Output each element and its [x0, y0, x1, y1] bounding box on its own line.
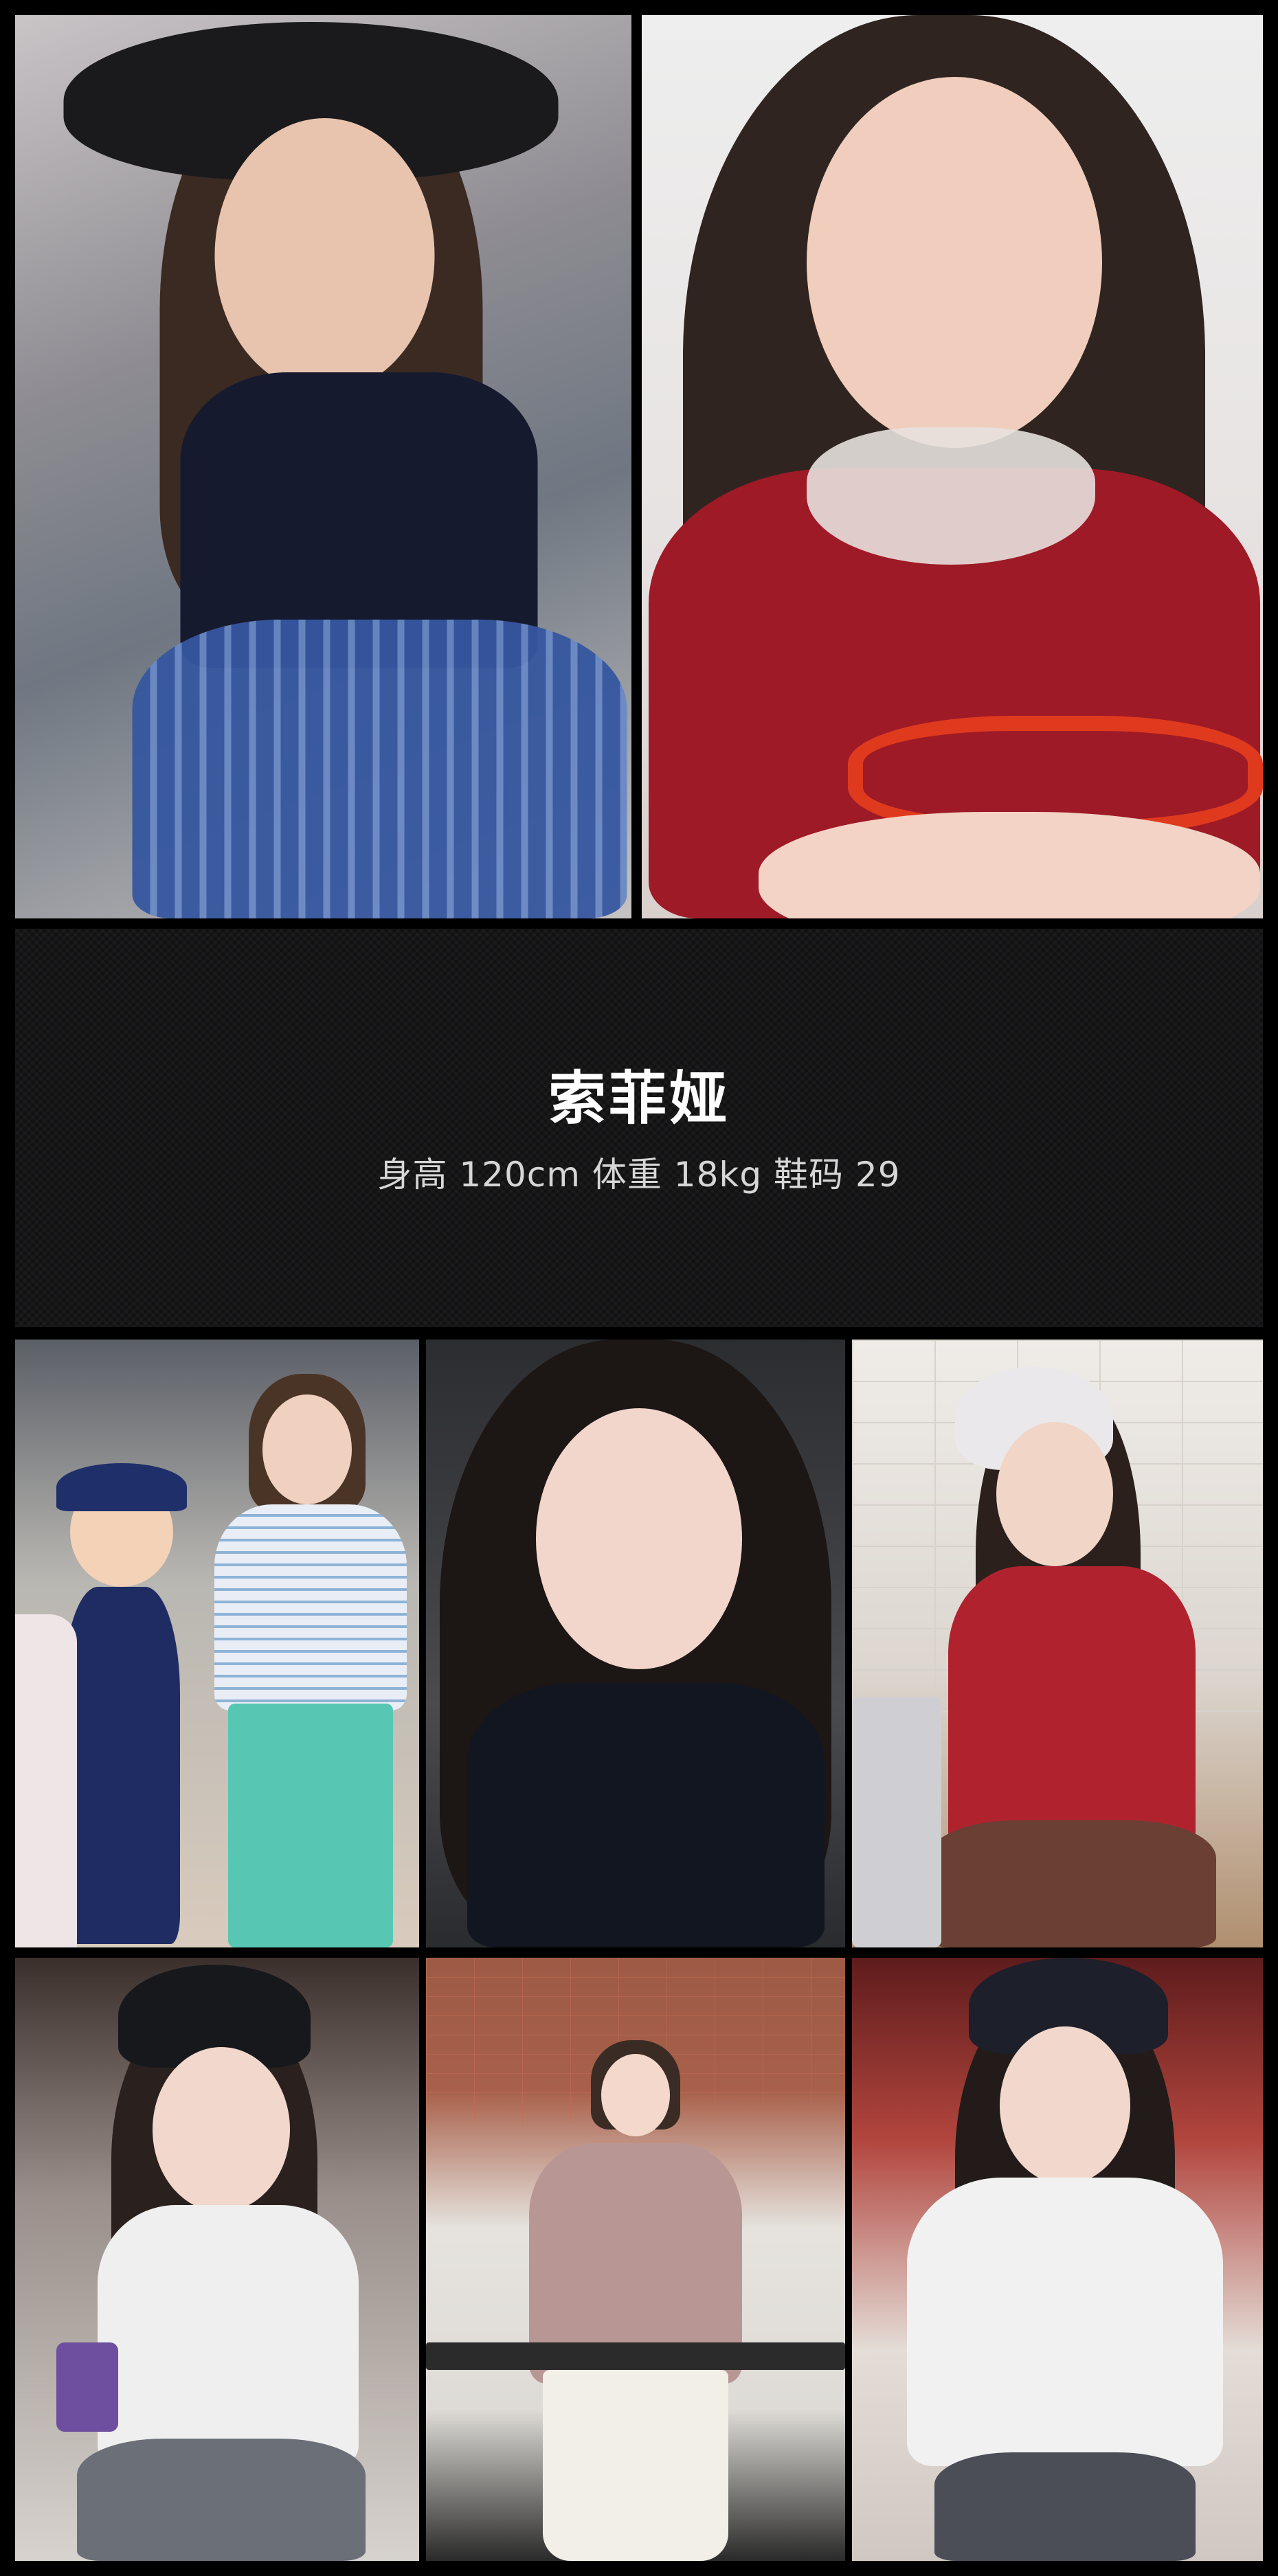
left-edge-figure [15, 1614, 77, 1947]
portrait-figure [15, 15, 631, 918]
skirt-shape [934, 2452, 1196, 2561]
photo-top-left [15, 15, 631, 918]
vest-shape [948, 1566, 1196, 1855]
model-name: 索菲娅 [548, 1065, 730, 1132]
girl-figure [214, 1374, 407, 1947]
photo-bottom-center [426, 1958, 845, 2561]
skirt-shape [132, 620, 627, 918]
skirt-shape [77, 2439, 366, 2561]
photo-middle-left [15, 1340, 419, 1947]
portrait-figure [426, 1958, 845, 2561]
face-shape [536, 1408, 742, 1669]
knees-shape [759, 812, 1260, 918]
photo-bottom-left [15, 1958, 419, 2561]
face-shape [1000, 2026, 1130, 2184]
portrait-figure [642, 15, 1263, 918]
dress-shape [543, 2370, 728, 2561]
portrait-figure [852, 1958, 1263, 2561]
face-shape [996, 1422, 1113, 1566]
photo-bottom-right [852, 1958, 1263, 2561]
profile-banner: 索菲娅 身高 120cm 体重 18kg 鞋码 29 [15, 929, 1263, 1327]
portrait-figure [15, 1958, 419, 2561]
jacket-shape [98, 2205, 359, 2466]
model-stats: 身高 120cm 体重 18kg 鞋码 29 [377, 1155, 901, 1195]
phone-shape [56, 2342, 118, 2432]
jacket-shape [907, 2178, 1223, 2466]
face-shape [153, 2047, 290, 2212]
bag-shape [852, 1697, 941, 1947]
photo-middle-center [426, 1340, 845, 1947]
face-shape [601, 2054, 670, 2136]
bench-shape [426, 2342, 845, 2370]
photo-middle-right [852, 1340, 1263, 1947]
face-shape [807, 77, 1102, 448]
shirt-shape [467, 1683, 825, 1947]
portrait-figure [426, 1340, 845, 1947]
skirt-shape [928, 1820, 1216, 1947]
scarf-shape [807, 427, 1095, 565]
face-shape [214, 118, 434, 393]
portrait-figure [852, 1340, 1263, 1947]
photo-top-right [642, 15, 1263, 918]
